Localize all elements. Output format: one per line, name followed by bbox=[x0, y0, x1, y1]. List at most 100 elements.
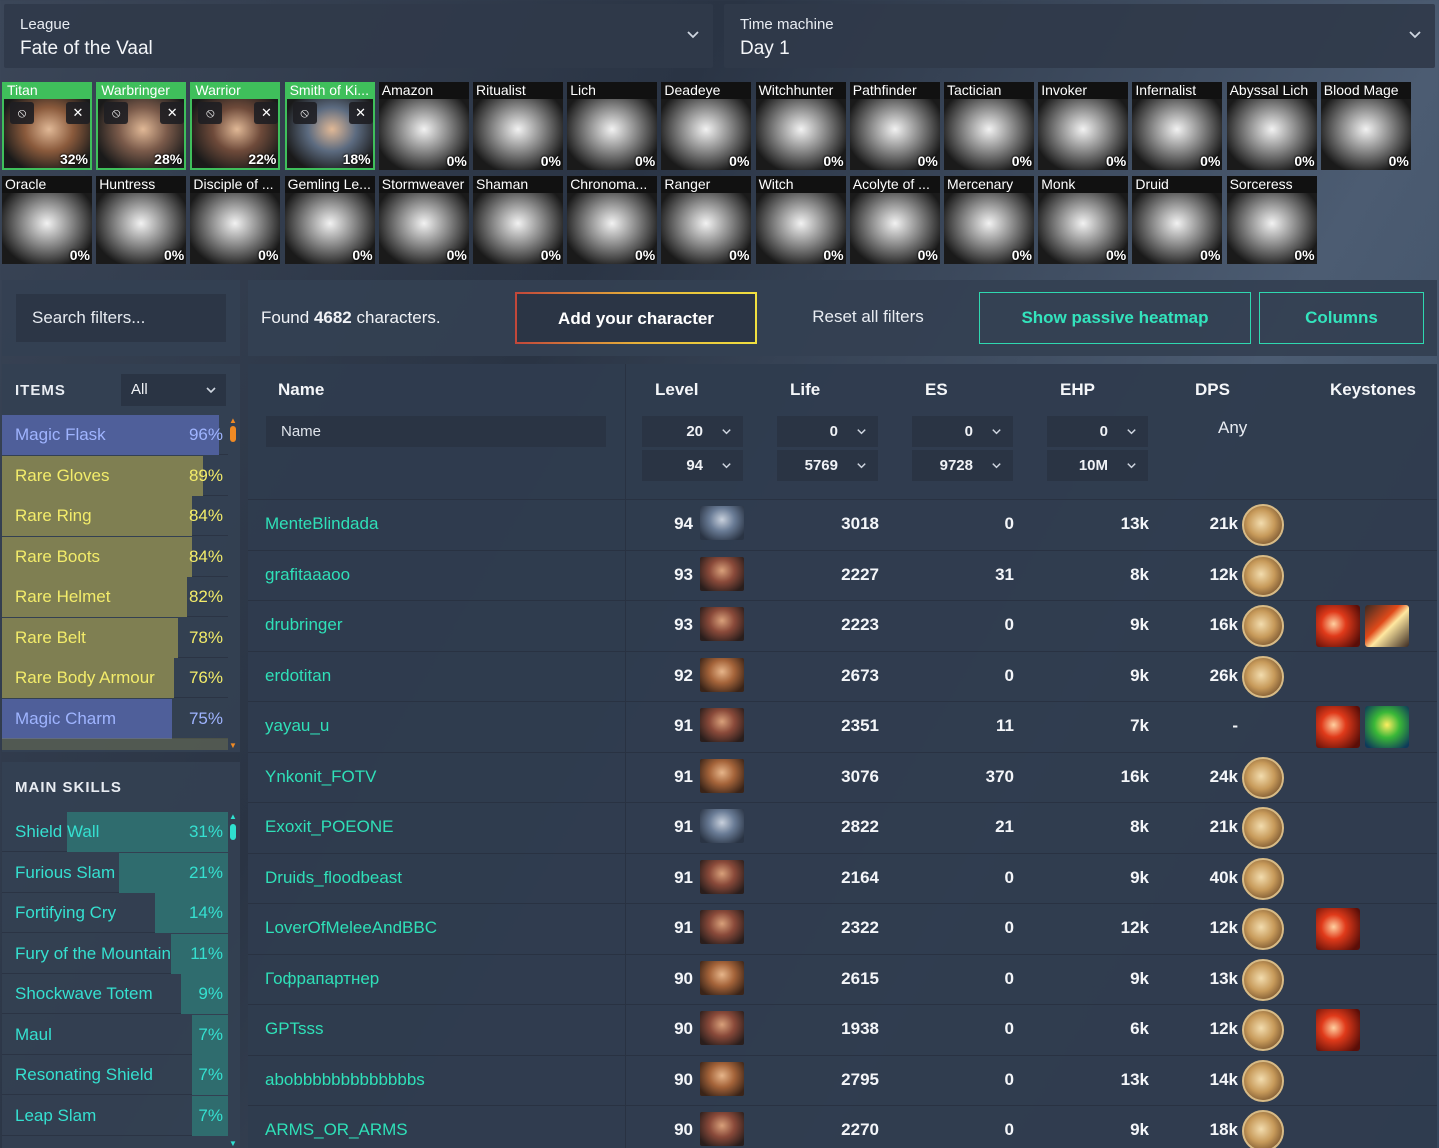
character-name-link[interactable]: ARMS_OR_ARMS bbox=[265, 1120, 408, 1140]
character-name-link[interactable]: erdotitan bbox=[265, 666, 331, 686]
class-card[interactable]: Amazon 0% bbox=[378, 82, 469, 170]
scroll-up-icon[interactable]: ▲ bbox=[229, 416, 237, 425]
ehp-min-select[interactable]: 0 bbox=[1047, 416, 1148, 447]
character-name-link[interactable]: Ynkonit_FOTV bbox=[265, 767, 377, 787]
table-row[interactable]: LoverOfMeleeAndBBC 91 2322 0 12k 12k bbox=[248, 903, 1437, 953]
keystone-icon[interactable] bbox=[1316, 706, 1360, 748]
scroll-up-icon[interactable]: ▲ bbox=[229, 812, 237, 821]
class-card[interactable]: Ritualist 0% bbox=[473, 82, 563, 170]
dps-filter-select[interactable]: Any bbox=[1218, 418, 1247, 438]
class-card[interactable]: Sorceress 0% bbox=[1226, 176, 1317, 264]
character-name-link[interactable]: grafitaaaoo bbox=[265, 565, 350, 585]
scroll-down-icon[interactable]: ▼ bbox=[229, 1139, 237, 1148]
life-min-select[interactable]: 0 bbox=[777, 416, 878, 447]
remove-class-icon[interactable]: ✕ bbox=[66, 102, 90, 124]
class-card[interactable]: Stormweaver 0% bbox=[378, 176, 469, 264]
exclude-class-icon[interactable]: ⦸ bbox=[104, 102, 129, 124]
class-card[interactable]: Warrior 22% ⦸ ✕ bbox=[190, 82, 281, 170]
items-scrollbar[interactable]: ▲ ▼ bbox=[229, 416, 237, 750]
character-name-link[interactable]: GPTsss bbox=[265, 1019, 324, 1039]
table-row[interactable]: Druids_floodbeast 91 2164 0 9k 40k bbox=[248, 852, 1437, 903]
scroll-down-icon[interactable]: ▼ bbox=[229, 741, 237, 750]
class-card[interactable]: Smith of Ki... 18% ⦸ ✕ bbox=[284, 82, 375, 170]
keystone-icon[interactable] bbox=[1316, 908, 1360, 950]
table-row[interactable]: ARMS_OR_ARMS 90 2270 0 9k 18k bbox=[248, 1105, 1437, 1148]
add-character-button[interactable]: Add your character bbox=[515, 292, 757, 344]
header-dps[interactable]: DPS bbox=[1195, 380, 1230, 400]
class-card[interactable]: Disciple of ... 0% bbox=[190, 176, 281, 264]
header-life[interactable]: Life bbox=[790, 380, 820, 400]
header-es[interactable]: ES bbox=[925, 380, 948, 400]
class-card[interactable]: Witch 0% bbox=[755, 176, 846, 264]
class-card[interactable]: Warbringer 28% ⦸ ✕ bbox=[96, 82, 187, 170]
class-card[interactable]: Deadeye 0% bbox=[661, 82, 752, 170]
item-filter-row[interactable]: Magic Flask 96% bbox=[2, 415, 228, 455]
item-filter-row[interactable]: Rare Boots 84% bbox=[2, 536, 228, 577]
skill-filter-row[interactable]: Fortifying Cry 14% bbox=[2, 893, 228, 933]
table-row[interactable]: MenteBlindada 94 3018 0 13k 21k bbox=[248, 499, 1437, 549]
skill-filter-row[interactable]: Furious Slam 21% bbox=[2, 852, 228, 893]
character-name-link[interactable]: drubringer bbox=[265, 615, 343, 635]
skills-scroll-thumb[interactable] bbox=[230, 824, 236, 840]
table-row[interactable]: yayau_u 91 2351 11 7k - bbox=[248, 701, 1437, 751]
class-card[interactable]: Infernalist 0% bbox=[1132, 82, 1223, 170]
item-filter-row[interactable]: Rare Ring 84% bbox=[2, 496, 228, 536]
es-min-select[interactable]: 0 bbox=[912, 416, 1013, 447]
skill-filter-row[interactable]: Shield Wall 31% bbox=[2, 812, 228, 852]
item-filter-row[interactable]: Magic Charm 75% bbox=[2, 698, 228, 739]
class-card[interactable]: Abyssal Lich 0% bbox=[1226, 82, 1317, 170]
exclude-class-icon[interactable]: ⦸ bbox=[292, 102, 317, 124]
character-name-link[interactable]: LoverOfMeleeAndBBC bbox=[265, 918, 437, 938]
items-rarity-select[interactable]: All bbox=[121, 374, 226, 406]
character-name-link[interactable]: Гофрапартнер bbox=[265, 969, 379, 989]
keystone-icon[interactable] bbox=[1365, 605, 1409, 647]
level-min-select[interactable]: 20 bbox=[642, 416, 743, 447]
class-card[interactable]: Blood Mage 0% bbox=[1320, 82, 1411, 170]
skills-scrollbar[interactable]: ▲ ▼ bbox=[229, 812, 237, 1148]
search-input[interactable]: Search filters... bbox=[16, 294, 226, 342]
class-card[interactable]: Mercenary 0% bbox=[944, 176, 1034, 264]
keystone-icon[interactable] bbox=[1365, 706, 1409, 748]
class-card[interactable]: Huntress 0% bbox=[96, 176, 187, 264]
table-row[interactable]: drubringer 93 2223 0 9k 16k bbox=[248, 600, 1437, 650]
class-card[interactable]: Shaman 0% bbox=[473, 176, 563, 264]
table-row[interactable]: GPTsss 90 1938 0 6k 12k bbox=[248, 1004, 1437, 1054]
class-card[interactable]: Monk 0% bbox=[1038, 176, 1129, 264]
class-card[interactable]: Oracle 0% bbox=[2, 176, 92, 264]
header-keystones[interactable]: Keystones bbox=[1330, 380, 1416, 400]
time-machine-select[interactable]: Time machine Day 1 bbox=[724, 4, 1435, 68]
items-scroll-thumb[interactable] bbox=[230, 426, 236, 442]
skill-filter-row[interactable]: Maul 7% bbox=[2, 1014, 228, 1055]
skill-filter-row[interactable]: Shockwave Totem 9% bbox=[2, 974, 228, 1014]
ehp-max-select[interactable]: 10M bbox=[1047, 450, 1148, 481]
class-card[interactable]: Gemling Le... 0% bbox=[284, 176, 375, 264]
class-card[interactable]: Ranger 0% bbox=[661, 176, 752, 264]
character-name-link[interactable]: Exoxit_POEONE bbox=[265, 817, 394, 837]
item-filter-row[interactable]: Rare Gloves 89% bbox=[2, 455, 228, 496]
remove-class-icon[interactable]: ✕ bbox=[348, 102, 373, 124]
life-max-select[interactable]: 5769 bbox=[777, 450, 878, 481]
passive-heatmap-button[interactable]: Show passive heatmap bbox=[979, 292, 1251, 344]
item-filter-row[interactable]: Rare Belt 78% bbox=[2, 617, 228, 658]
header-name[interactable]: Name bbox=[278, 380, 324, 400]
skill-filter-row[interactable]: Resonating Shield 7% bbox=[2, 1055, 228, 1095]
remove-class-icon[interactable]: ✕ bbox=[254, 102, 279, 124]
class-card[interactable]: Titan 32% ⦸ ✕ bbox=[2, 82, 92, 170]
item-filter-row[interactable]: Rare Body Armour 76% bbox=[2, 658, 228, 698]
class-card[interactable]: Acolyte of ... 0% bbox=[849, 176, 940, 264]
table-row[interactable]: grafitaaaoo 93 2227 31 8k 12k bbox=[248, 549, 1437, 600]
class-card[interactable]: Chronoma... 0% bbox=[567, 176, 658, 264]
keystone-icon[interactable] bbox=[1316, 1009, 1360, 1051]
level-max-select[interactable]: 94 bbox=[642, 450, 743, 481]
table-row[interactable]: abobbbbbbbbbbbbbs 90 2795 0 13k 14k bbox=[248, 1054, 1437, 1105]
class-card[interactable]: Witchhunter 0% bbox=[755, 82, 846, 170]
name-filter-input[interactable]: Name bbox=[266, 416, 606, 447]
class-card[interactable]: Druid 0% bbox=[1132, 176, 1223, 264]
item-filter-row[interactable]: Rare Helmet 82% bbox=[2, 577, 228, 617]
exclude-class-icon[interactable]: ⦸ bbox=[198, 102, 223, 124]
class-card[interactable]: Tactician 0% bbox=[944, 82, 1034, 170]
skill-filter-row[interactable]: Fury of the Mountain 11% bbox=[2, 933, 228, 974]
character-name-link[interactable]: abobbbbbbbbbbbbbs bbox=[265, 1070, 425, 1090]
table-row[interactable]: Exoxit_POEONE 91 2822 21 8k 21k bbox=[248, 802, 1437, 852]
columns-button[interactable]: Columns bbox=[1259, 292, 1424, 344]
